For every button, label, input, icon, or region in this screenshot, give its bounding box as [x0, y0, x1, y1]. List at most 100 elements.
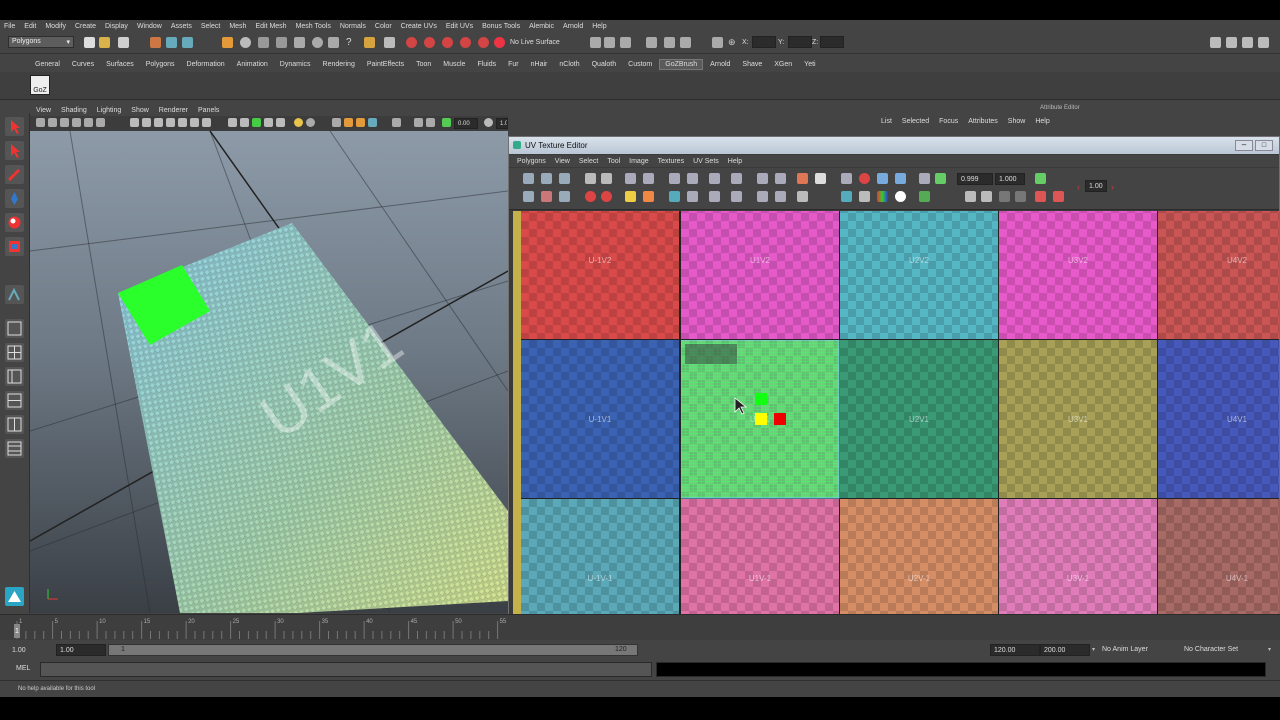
- sym3-icon[interactable]: [620, 37, 631, 48]
- safe-title-icon[interactable]: [202, 118, 211, 127]
- menu-display[interactable]: Display: [105, 23, 128, 30]
- new-scene-icon[interactable]: [84, 37, 95, 48]
- display-rgb-icon[interactable]: [877, 173, 888, 184]
- shelf-tab-yeti[interactable]: Yeti: [799, 60, 820, 69]
- copy-uvs-icon[interactable]: [965, 191, 976, 202]
- xray-joints-icon[interactable]: [414, 118, 423, 127]
- pivot-icon[interactable]: [312, 37, 323, 48]
- shelf-tab-qualoth[interactable]: Qualoth: [587, 60, 622, 69]
- maximize-button[interactable]: □: [1255, 140, 1273, 151]
- shelf-tab-fur[interactable]: Fur: [503, 60, 524, 69]
- two-d-pan-icon[interactable]: [84, 118, 93, 127]
- menu-modify[interactable]: Modify: [45, 23, 66, 30]
- exposure-value-field[interactable]: 0.999: [957, 173, 993, 185]
- attr-menu-list[interactable]: List: [881, 118, 892, 125]
- aa-icon[interactable]: [344, 118, 353, 127]
- move-tool-icon[interactable]: [5, 189, 24, 208]
- cycle-uv-icon[interactable]: [1035, 191, 1046, 202]
- ao-icon[interactable]: [368, 118, 377, 127]
- layout-graph-icon[interactable]: [5, 391, 24, 410]
- isolate-select-icon[interactable]: [392, 118, 401, 127]
- uv-move-icon[interactable]: [541, 173, 552, 184]
- arrow-right-icon[interactable]: ›: [1111, 182, 1114, 192]
- shelf-tab-custom[interactable]: Custom: [623, 60, 657, 69]
- checker-map-icon[interactable]: [859, 191, 870, 202]
- shelf-tab-polygons[interactable]: Polygons: [141, 60, 180, 69]
- red-uv-marker[interactable]: [774, 413, 786, 425]
- uv-menu-help[interactable]: Help: [728, 158, 742, 165]
- attr-menu-focus[interactable]: Focus: [939, 118, 958, 125]
- rotate-cw-icon[interactable]: [601, 191, 612, 202]
- shelf-tab-rendering[interactable]: Rendering: [318, 60, 360, 69]
- camera-attr-icon[interactable]: [48, 118, 57, 127]
- dim-image-icon[interactable]: [815, 173, 826, 184]
- anim-layer-label[interactable]: No Anim Layer: [1102, 646, 1148, 653]
- select-object-icon[interactable]: [166, 37, 177, 48]
- menu-bonus-tools[interactable]: Bonus Tools: [482, 23, 520, 30]
- snap-curve-icon[interactable]: [258, 37, 269, 48]
- uv-smudge-icon[interactable]: [559, 173, 570, 184]
- shelf-tab-arnold[interactable]: Arnold: [705, 60, 735, 69]
- snap-grid-icon[interactable]: [222, 37, 233, 48]
- uv-lattice-icon[interactable]: [523, 191, 534, 202]
- menu-edit-mesh[interactable]: Edit Mesh: [255, 23, 286, 30]
- vp-menu-panels[interactable]: Panels: [198, 107, 219, 114]
- shelf-tab-xgen[interactable]: XGen: [769, 60, 797, 69]
- uv-shell[interactable]: [681, 340, 841, 500]
- isolate-icon[interactable]: [332, 118, 341, 127]
- layout-uvs-icon[interactable]: [669, 173, 680, 184]
- camera-icon[interactable]: [36, 118, 45, 127]
- menu-create-uvs[interactable]: Create UVs: [401, 23, 437, 30]
- exposure-uv-icon[interactable]: [935, 173, 946, 184]
- transform-icon[interactable]: [664, 37, 675, 48]
- rotate-ccw-icon[interactable]: [585, 191, 596, 202]
- shelf-tab-fluids[interactable]: Fluids: [472, 60, 501, 69]
- align-min-u-icon[interactable]: [687, 173, 698, 184]
- shelf-tab-surfaces[interactable]: Surfaces: [101, 60, 139, 69]
- flip-u-icon[interactable]: [585, 173, 596, 184]
- split-uvs-icon[interactable]: [643, 173, 654, 184]
- snap-point-icon[interactable]: [240, 37, 251, 48]
- menu-window[interactable]: Window: [137, 23, 162, 30]
- xray-active-icon[interactable]: [426, 118, 435, 127]
- shelf-tab-ncloth[interactable]: nCloth: [554, 60, 584, 69]
- smooth-shade-icon[interactable]: [240, 118, 249, 127]
- character-set-label[interactable]: No Character Set: [1184, 646, 1238, 653]
- align-max-u-icon[interactable]: [709, 173, 720, 184]
- uv-menu-select[interactable]: Select: [579, 158, 598, 165]
- range-bar[interactable]: 1 120: [108, 644, 638, 656]
- layout-single-icon[interactable]: [5, 319, 24, 338]
- uv-menu-textures[interactable]: Textures: [658, 158, 684, 165]
- uv-menu-view[interactable]: View: [555, 158, 570, 165]
- lock-icon[interactable]: [364, 37, 375, 48]
- sidebar-toggle-icon[interactable]: [646, 37, 657, 48]
- dof-icon[interactable]: [356, 118, 365, 127]
- step-value-field[interactable]: 1.00: [1085, 180, 1107, 192]
- grid-icon[interactable]: [130, 118, 139, 127]
- safe-action-icon[interactable]: [190, 118, 199, 127]
- uv-menu-image[interactable]: Image: [629, 158, 648, 165]
- attr-menu-help[interactable]: Help: [1035, 118, 1049, 125]
- minimize-button[interactable]: –: [1235, 140, 1253, 151]
- move-sew-icon[interactable]: [643, 191, 654, 202]
- y-field[interactable]: [788, 36, 812, 48]
- green-uv-marker[interactable]: [755, 393, 767, 405]
- shelf-tab-gozbrush[interactable]: GoZBrush: [659, 59, 704, 70]
- menu-edit-uvs[interactable]: Edit UVs: [446, 23, 473, 30]
- gate-mask-icon[interactable]: [166, 118, 175, 127]
- modeling-toolkit-icon[interactable]: [1210, 37, 1221, 48]
- paste-v-icon[interactable]: [1015, 191, 1026, 202]
- shelf-tab-dynamics[interactable]: Dynamics: [275, 60, 316, 69]
- layout-hypershade-icon[interactable]: [5, 415, 24, 434]
- cut-uv-edges-icon[interactable]: [625, 173, 636, 184]
- vp-menu-lighting[interactable]: Lighting: [97, 107, 122, 114]
- yellow-uv-marker[interactable]: [755, 413, 767, 425]
- shelf-tab-toon[interactable]: Toon: [411, 60, 436, 69]
- snap-surface-icon[interactable]: [276, 37, 287, 48]
- exposure-icon[interactable]: [442, 118, 451, 127]
- last-tool-icon[interactable]: [5, 285, 24, 304]
- uv-grid-toggle-icon[interactable]: [841, 173, 852, 184]
- checker-tiles-icon[interactable]: [841, 191, 852, 202]
- menu-arnold[interactable]: Arnold: [563, 23, 583, 30]
- uv-grid-area[interactable]: U-1V2U1V2U2V2U3V2U4V2U-1V1U1V1U2V1U3V1U4…: [513, 211, 1279, 623]
